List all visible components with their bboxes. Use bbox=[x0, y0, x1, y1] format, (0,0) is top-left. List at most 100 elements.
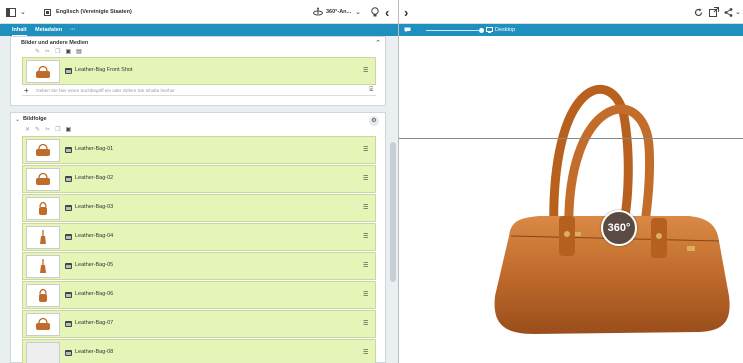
sequence-list-item[interactable]: Leather-Bag-07 ☰ bbox=[22, 310, 376, 338]
cut-icon[interactable]: ✂ bbox=[45, 126, 50, 133]
library-icon[interactable]: ⌸ bbox=[369, 87, 373, 94]
sequence-item-label: Leather-Bag-08 bbox=[75, 349, 114, 355]
collapse-icon[interactable]: ⌃ bbox=[375, 39, 381, 47]
image-type-icon bbox=[65, 68, 72, 74]
sequence-thumbnail bbox=[26, 168, 60, 191]
chevron-down-icon[interactable]: ⌄ bbox=[15, 116, 20, 123]
sequence-list-item[interactable]: Leather-Bag-04 ☰ bbox=[22, 223, 376, 251]
360-view-badge[interactable]: 360° bbox=[601, 210, 637, 246]
globe-icon bbox=[44, 8, 51, 16]
lightbulb-button[interactable] bbox=[371, 0, 379, 24]
tab-metadata[interactable]: Metadaten bbox=[35, 24, 62, 36]
edit-icon[interactable]: ✎ bbox=[35, 126, 40, 133]
preview-bar: Desktop bbox=[399, 24, 743, 36]
bag-thumbnail-icon bbox=[34, 172, 52, 188]
drag-handle-icon[interactable]: ☰ bbox=[363, 234, 369, 240]
edit-icon[interactable]: ✎ bbox=[35, 48, 40, 55]
zoom-slider-track[interactable] bbox=[426, 29, 482, 31]
sequence-list-item[interactable]: Leather-Bag-08 ☰ bbox=[22, 339, 376, 363]
pane-divider[interactable] bbox=[398, 0, 399, 363]
share-button[interactable] bbox=[724, 0, 733, 24]
expand-right-button[interactable]: › bbox=[404, 0, 408, 24]
layout-toggle-button[interactable] bbox=[6, 0, 16, 24]
drag-handle-icon[interactable]: ☰ bbox=[363, 292, 369, 298]
external-link-icon bbox=[709, 7, 719, 17]
bag-thumbnail-icon bbox=[34, 143, 52, 159]
comment-icon[interactable] bbox=[404, 27, 411, 33]
preview-canvas bbox=[399, 36, 743, 363]
chevron-down-icon: ⌄ bbox=[355, 9, 361, 16]
editor-tab-bar: Inhalt Metadaten ··· bbox=[0, 24, 398, 36]
bag-thumbnail-icon bbox=[36, 65, 50, 78]
sequence-item-label: Leather-Bag-04 bbox=[75, 233, 114, 239]
sequence-thumbnail bbox=[26, 342, 60, 363]
copy-icon[interactable]: ❐ bbox=[55, 48, 60, 55]
sequence-list-item[interactable]: Leather-Bag-01 ☰ bbox=[22, 136, 376, 164]
leather-bag-image[interactable] bbox=[399, 36, 743, 363]
media-item-label: Leather-Bag Front Shot bbox=[75, 67, 133, 73]
bag-thumbnail-icon bbox=[34, 317, 52, 333]
media-list-item[interactable]: Leather-Bag Front Shot ☰ bbox=[22, 57, 376, 85]
drag-handle-icon[interactable]: ☰ bbox=[363, 176, 369, 182]
device-label[interactable]: Desktop bbox=[495, 27, 515, 33]
view-mode-dropdown[interactable]: 360°-An... ⌄ bbox=[313, 0, 361, 24]
remove-icon[interactable]: ✕ bbox=[25, 126, 30, 133]
drag-handle-icon[interactable]: ☰ bbox=[363, 68, 369, 74]
search-placeholder: Geben Sie hier einen Suchbegriff ein ode… bbox=[36, 88, 175, 93]
sequence-item-label: Leather-Bag-01 bbox=[75, 146, 114, 152]
clipboard-icon[interactable]: ▤ bbox=[76, 48, 82, 55]
section-title: Bildfolge bbox=[23, 116, 47, 122]
sequence-toolbar: ✕ ✎ ✂ ❐ ▣ bbox=[25, 126, 71, 133]
sequence-item-label: Leather-Bag-06 bbox=[75, 291, 114, 297]
drag-handle-icon[interactable]: ☰ bbox=[363, 147, 369, 153]
bag-thumbnail-icon bbox=[36, 200, 50, 218]
bag-thumbnail-icon bbox=[38, 229, 48, 247]
add-icon[interactable]: + bbox=[24, 86, 29, 95]
sequence-list-item[interactable]: Leather-Bag-02 ☰ bbox=[22, 165, 376, 193]
sequence-item-label: Leather-Bag-07 bbox=[75, 320, 114, 326]
layout-icon bbox=[6, 7, 16, 17]
sequence-item-label: Leather-Bag-02 bbox=[75, 175, 114, 181]
bag-thumbnail-icon bbox=[38, 258, 48, 276]
action-menu-icon[interactable]: ⚙ bbox=[369, 116, 379, 126]
tab-content[interactable]: Inhalt bbox=[12, 24, 27, 36]
scrollbar-thumb[interactable] bbox=[390, 142, 396, 282]
image-type-icon bbox=[65, 205, 72, 211]
top-toolbar: ⌄ Englisch (Vereinigte Staaten) 360°-An.… bbox=[0, 0, 743, 24]
collapse-left-button[interactable]: ‹ bbox=[385, 0, 389, 24]
language-selector[interactable]: Englisch (Vereinigte Staaten) bbox=[44, 0, 132, 24]
reload-button[interactable] bbox=[694, 0, 703, 24]
image-type-icon bbox=[65, 147, 72, 153]
drag-handle-icon[interactable]: ☰ bbox=[363, 350, 369, 356]
sequence-list-item[interactable]: Leather-Bag-06 ☰ bbox=[22, 281, 376, 309]
sequence-thumbnail bbox=[26, 284, 60, 307]
lightbulb-icon bbox=[371, 7, 379, 17]
sequence-list-item[interactable]: Leather-Bag-05 ☰ bbox=[22, 252, 376, 280]
zoom-slider-handle[interactable] bbox=[479, 27, 484, 33]
sequence-thumbnail bbox=[26, 197, 60, 220]
sequence-item-label: Leather-Bag-05 bbox=[75, 262, 114, 268]
chevron-down-icon[interactable]: ⌄ bbox=[735, 0, 741, 24]
sequence-list-item[interactable]: Leather-Bag-03 ☰ bbox=[22, 194, 376, 222]
paste-icon[interactable]: ▣ bbox=[65, 126, 71, 133]
sequence-thumbnail bbox=[26, 255, 60, 278]
cut-icon[interactable]: ✂ bbox=[45, 48, 50, 55]
reload-icon bbox=[694, 8, 703, 16]
monitor-icon bbox=[486, 27, 493, 33]
drag-handle-icon[interactable]: ☰ bbox=[363, 263, 369, 269]
tab-more[interactable]: ··· bbox=[70, 24, 76, 36]
rotate-360-icon bbox=[313, 7, 323, 16]
drag-handle-icon[interactable]: ☰ bbox=[363, 321, 369, 327]
image-type-icon bbox=[65, 321, 72, 327]
image-type-icon bbox=[65, 176, 72, 182]
bag-thumbnail-icon bbox=[36, 287, 50, 305]
chevron-down-icon[interactable]: ⌄ bbox=[20, 0, 26, 24]
view-mode-label: 360°-An... bbox=[326, 9, 352, 15]
media-search-input[interactable]: + Geben Sie hier einen Suchbegriff ein o… bbox=[22, 86, 376, 96]
share-icon bbox=[724, 7, 733, 17]
image-type-icon bbox=[65, 292, 72, 298]
paste-icon[interactable]: ▣ bbox=[65, 48, 71, 55]
open-external-button[interactable] bbox=[709, 0, 719, 24]
drag-handle-icon[interactable]: ☰ bbox=[363, 205, 369, 211]
copy-icon[interactable]: ❐ bbox=[55, 126, 60, 133]
